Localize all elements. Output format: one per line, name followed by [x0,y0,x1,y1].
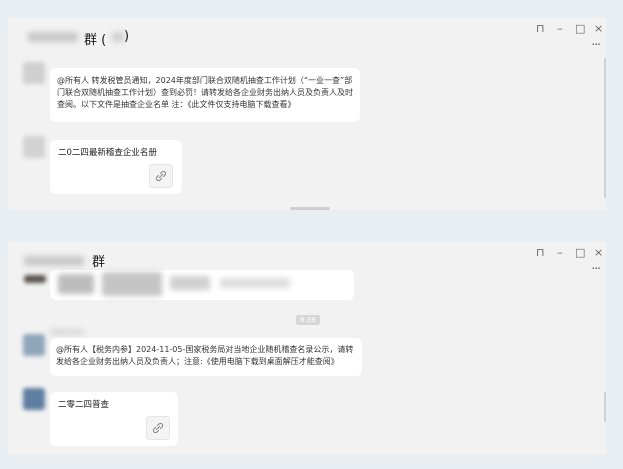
more-options-button[interactable]: ... [592,34,602,48]
redacted-content [58,274,94,294]
group-name-redacted [24,256,84,266]
maximize-button[interactable]: □ [575,246,585,259]
link-icon [149,164,173,188]
scrollbar[interactable] [604,392,606,422]
chat-window-1: 群 ( ) ⊓ – □ × ... @所有人 转发税管员通知，2024年度部门联… [8,18,606,210]
member-count-redacted [112,32,124,42]
chat-title: 群 [92,255,106,270]
redacted-message-bubble [50,270,354,300]
redacted-content [220,278,290,288]
sender-name-redacted [50,329,84,335]
scrollbar[interactable] [604,58,606,198]
title-bar: 群 ( ) ⊓ – □ × ... [8,18,606,56]
message-text: @所有人【税务内参】2024-11-05-国家税务局对当地企业随机稽查名录公示，… [56,345,354,366]
redacted-content [102,272,162,296]
group-name-redacted [28,32,78,42]
time-badge: 8:39 [296,315,320,325]
sender-avatar[interactable] [23,334,45,356]
horizontal-scrollbar[interactable] [290,207,330,210]
redacted-content [170,276,210,290]
chat-title: 群 ( [84,33,107,48]
message-bubble: @所有人 转发税管员通知，2024年度部门联合双随机抽查工作计划（“一业一查”部… [50,68,360,122]
sender-avatar[interactable] [23,136,45,158]
sender-avatar[interactable] [24,275,46,283]
chat-title-close: ) [124,29,130,44]
file-title: 二零二四普查 [58,400,110,410]
minimize-button[interactable]: – [557,246,563,259]
pin-button[interactable]: ⊓ [536,22,545,35]
sender-avatar[interactable] [23,388,45,410]
message-text: @所有人 转发税管员通知，2024年度部门联合双随机抽查工作计划（“一业一查”部… [57,76,353,109]
file-card[interactable]: 二0二四最新稽查企业名册 [50,140,182,194]
pin-button[interactable]: ⊓ [536,246,545,259]
file-card[interactable]: 二零二四普查 [50,392,178,446]
file-title: 二0二四最新稽查企业名册 [58,148,157,158]
minimize-button[interactable]: – [557,22,563,35]
maximize-button[interactable]: □ [575,22,585,35]
more-options-button[interactable]: ... [592,258,602,272]
link-icon [146,416,170,440]
sender-avatar[interactable] [23,62,45,84]
message-bubble: @所有人【税务内参】2024-11-05-国家税务局对当地企业随机稽查名录公示，… [50,338,362,376]
chat-window-2: 群 ⊓ – □ × ... 8:39 @所有人【税务内参】2024-11-05-… [8,242,606,454]
